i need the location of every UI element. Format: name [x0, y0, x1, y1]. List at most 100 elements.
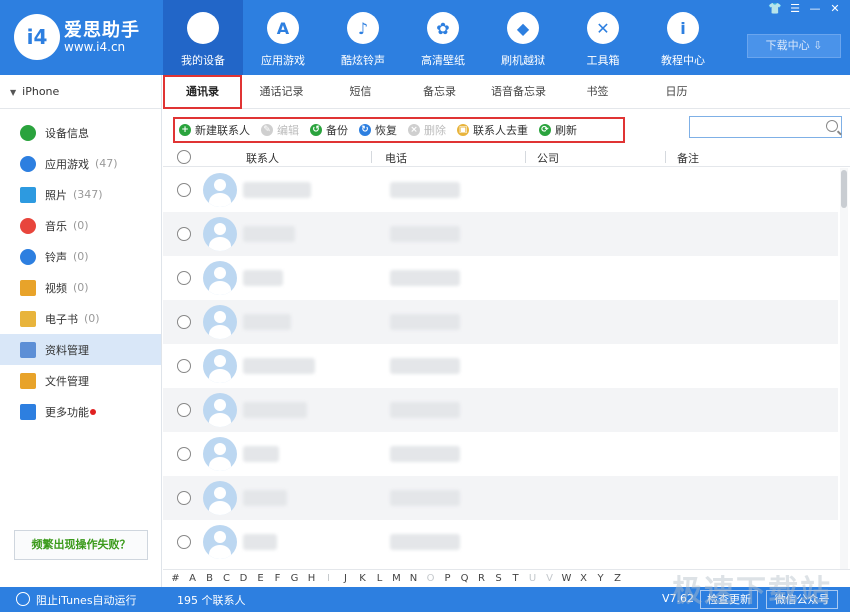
sidebar-item-5[interactable]: 视频 (0)	[0, 272, 161, 303]
search-input[interactable]	[689, 116, 842, 138]
toolbar-button-5[interactable]: ▣ 联系人去重	[457, 122, 528, 138]
device-selector[interactable]: ▼ iPhone	[0, 75, 161, 109]
row-select-radio[interactable]	[177, 535, 191, 549]
tab-0[interactable]: 通讯录	[163, 75, 242, 109]
alphabet-letter[interactable]: M	[388, 573, 405, 584]
nav-item-2[interactable]: ♪ 酷炫铃声	[323, 0, 403, 75]
alphabet-letter[interactable]: L	[371, 573, 388, 584]
sidebar-item-0[interactable]: 设备信息	[0, 117, 161, 148]
row-select-radio[interactable]	[177, 227, 191, 241]
table-row[interactable]	[163, 168, 838, 212]
nav-label: 应用游戏	[261, 54, 305, 67]
tab-4[interactable]: 语音备忘录	[479, 75, 558, 109]
row-select-radio[interactable]	[177, 183, 191, 197]
sidebar-item-label: 音乐	[45, 219, 67, 233]
alphabet-letter[interactable]: U	[524, 573, 541, 584]
collapse-triangle-icon[interactable]: ▼	[10, 88, 16, 97]
theme-icon[interactable]: 👕	[768, 2, 782, 16]
nav-item-6[interactable]: i 教程中心	[643, 0, 723, 75]
alphabet-letter[interactable]: #	[167, 573, 184, 584]
toolbar-button-3[interactable]: ↻ 恢复	[359, 122, 397, 138]
table-row[interactable]	[163, 256, 838, 300]
tab-2[interactable]: 短信	[321, 75, 400, 109]
sidebar-item-6[interactable]: 电子书 (0)	[0, 303, 161, 334]
alphabet-letter[interactable]: G	[286, 573, 303, 584]
nav-item-1[interactable]: A 应用游戏	[243, 0, 323, 75]
alphabet-letter[interactable]: J	[337, 573, 354, 584]
alphabet-letter[interactable]: E	[252, 573, 269, 584]
alphabet-letter[interactable]: I	[320, 573, 337, 584]
alphabet-letter[interactable]: P	[439, 573, 456, 584]
sidebar-item-7[interactable]: 资料管理	[0, 334, 161, 365]
search-icon[interactable]	[826, 120, 838, 132]
column-header-contact[interactable]: 联系人	[246, 150, 279, 166]
table-row[interactable]	[163, 344, 838, 388]
nav-item-4[interactable]: ◆ 刷机越狱	[483, 0, 563, 75]
toolbar-button-1[interactable]: ✎ 编辑	[261, 122, 299, 138]
toolbar-button-4[interactable]: × 删除	[408, 122, 446, 138]
row-select-radio[interactable]	[177, 315, 191, 329]
itunes-block-toggle[interactable]	[16, 592, 30, 606]
column-header-note[interactable]: 备注	[677, 150, 699, 166]
menu-icon[interactable]: ☰	[788, 2, 802, 16]
table-row[interactable]	[163, 476, 838, 520]
alphabet-letter[interactable]: Y	[592, 573, 609, 584]
scroll-thumb[interactable]	[841, 170, 847, 208]
alphabet-letter[interactable]: H	[303, 573, 320, 584]
video-icon	[20, 279, 36, 296]
sidebar-item-4[interactable]: 铃声 (0)	[0, 241, 161, 272]
toolbar-label: 新建联系人	[195, 124, 250, 137]
sidebar-item-1[interactable]: 应用游戏 (47)	[0, 148, 161, 179]
toolbar-button-0[interactable]: + 新建联系人	[179, 122, 250, 138]
alphabet-letter[interactable]: N	[405, 573, 422, 584]
row-select-radio[interactable]	[177, 271, 191, 285]
alphabet-letter[interactable]: F	[269, 573, 286, 584]
sidebar-item-9[interactable]: 更多功能	[0, 396, 161, 427]
table-row[interactable]	[163, 432, 838, 476]
blurred-contact-name	[243, 358, 315, 374]
select-all-radio[interactable]	[177, 150, 191, 164]
tab-6[interactable]: 日历	[637, 75, 716, 109]
row-select-radio[interactable]	[177, 491, 191, 505]
sidebar-item-3[interactable]: 音乐 (0)	[0, 210, 161, 241]
itunes-block-label[interactable]: 阻止iTunes自动运行	[36, 592, 137, 608]
alphabet-letter[interactable]: O	[422, 573, 439, 584]
table-row[interactable]	[163, 388, 838, 432]
download-center-button[interactable]: 下载中心 ⇩	[747, 34, 841, 58]
table-row[interactable]	[163, 520, 838, 564]
minimize-icon[interactable]: —	[808, 2, 822, 16]
alphabet-letter[interactable]: C	[218, 573, 235, 584]
row-select-radio[interactable]	[177, 359, 191, 373]
alphabet-letter[interactable]: S	[490, 573, 507, 584]
alphabet-letter[interactable]: R	[473, 573, 490, 584]
table-row[interactable]	[163, 300, 838, 344]
alphabet-letter[interactable]: T	[507, 573, 524, 584]
sidebar-item-8[interactable]: 文件管理	[0, 365, 161, 396]
alphabet-letter[interactable]: W	[558, 573, 575, 584]
row-select-radio[interactable]	[177, 447, 191, 461]
column-header-phone[interactable]: 电话	[385, 150, 407, 166]
tab-1[interactable]: 通话记录	[242, 75, 321, 109]
toolbar-button-6[interactable]: ⟳ 刷新	[539, 122, 577, 138]
tab-5[interactable]: 书签	[558, 75, 637, 109]
help-button[interactable]: 频繁出现操作失败？	[14, 530, 148, 560]
alphabet-letter[interactable]: V	[541, 573, 558, 584]
nav-item-0[interactable]: 我的设备	[163, 0, 243, 75]
alphabet-letter[interactable]: D	[235, 573, 252, 584]
alphabet-letter[interactable]: A	[184, 573, 201, 584]
close-icon[interactable]: ✕	[828, 2, 842, 16]
toolbar-button-2[interactable]: ↺ 备份	[310, 122, 348, 138]
table-row[interactable]	[163, 212, 838, 256]
alphabet-letter[interactable]: B	[201, 573, 218, 584]
alphabet-letter[interactable]: X	[575, 573, 592, 584]
nav-item-5[interactable]: ✕ 工具箱	[563, 0, 643, 75]
tab-3[interactable]: 备忘录	[400, 75, 479, 109]
alphabet-letter[interactable]: K	[354, 573, 371, 584]
sidebar-item-2[interactable]: 照片 (347)	[0, 179, 161, 210]
column-header-company[interactable]: 公司	[537, 150, 559, 166]
alphabet-letter[interactable]: Q	[456, 573, 473, 584]
row-select-radio[interactable]	[177, 403, 191, 417]
alphabet-letter[interactable]: Z	[609, 573, 626, 584]
scrollbar[interactable]	[840, 168, 848, 570]
nav-item-3[interactable]: ✿ 高清壁纸	[403, 0, 483, 75]
